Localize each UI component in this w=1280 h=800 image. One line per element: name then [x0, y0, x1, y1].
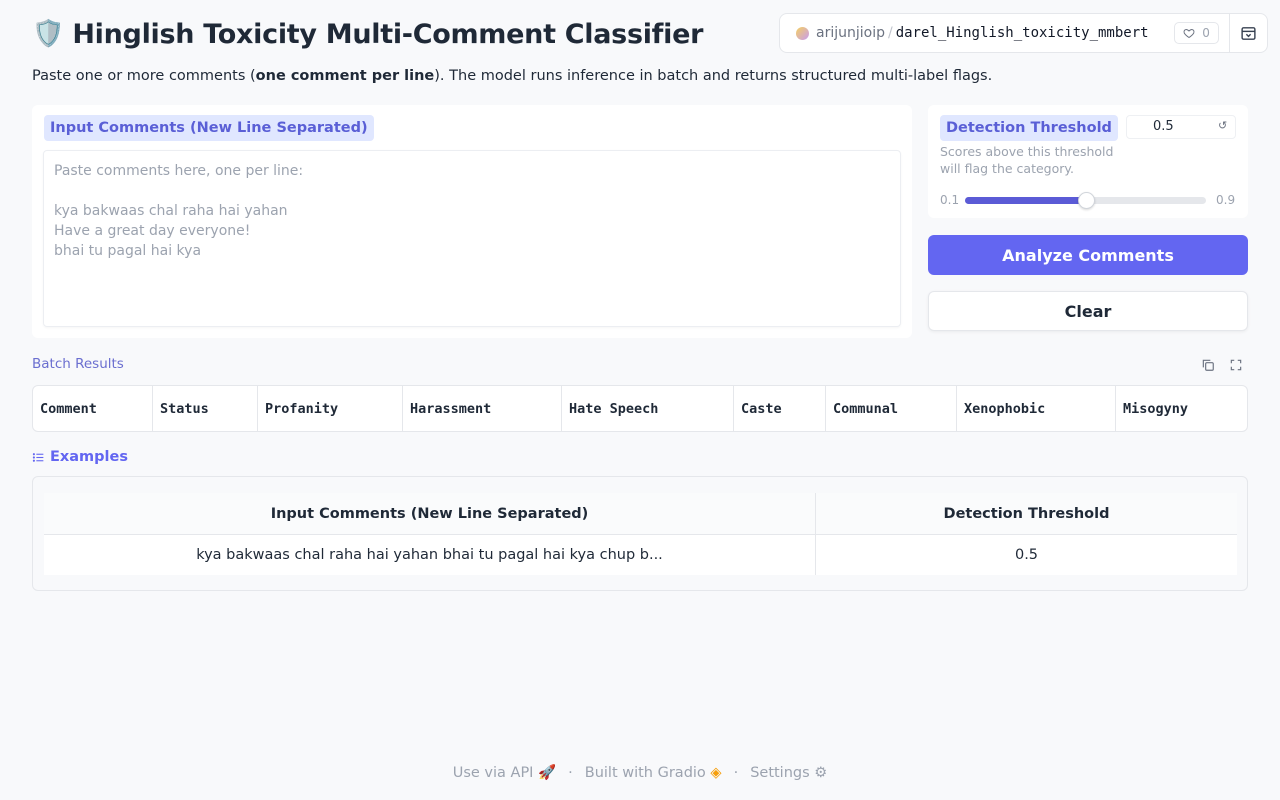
reset-icon[interactable]: ↺	[1218, 119, 1227, 132]
collapse-header-icon[interactable]	[1240, 25, 1257, 46]
threshold-slider[interactable]	[965, 192, 1206, 209]
example-comment-cell[interactable]: kya bakwaas chal raha hai yahan bhai tu …	[44, 535, 816, 575]
page-title-row: 🛡️ Hinglish Toxicity Multi-Comment Class…	[32, 14, 703, 54]
column-header[interactable]: Comment	[33, 386, 153, 431]
space-owner-link[interactable]: arijunjioip	[816, 25, 885, 41]
owner-avatar[interactable]	[796, 26, 809, 40]
settings-link[interactable]: Settings ⚙	[750, 765, 827, 781]
fullscreen-icon[interactable]	[1229, 357, 1243, 376]
space-repo-link[interactable]: darel_Hinglish_toxicity_mmbert	[896, 25, 1168, 41]
use-api-link[interactable]: Use via API 🚀	[453, 764, 556, 781]
footer: Use via API 🚀 · Built with Gradio ◈ · Se…	[0, 764, 1280, 782]
threshold-label: Detection Threshold	[940, 115, 1118, 141]
rocket-icon: 🚀	[538, 765, 557, 781]
comments-textarea[interactable]: Paste comments here, one per line: kya b…	[43, 150, 901, 327]
copy-icon[interactable]	[1201, 357, 1215, 376]
analyze-button[interactable]: Analyze Comments	[928, 235, 1248, 275]
examples-table: Input Comments (New Line Separated) Dete…	[44, 493, 1237, 575]
badge-divider	[1229, 14, 1230, 52]
column-header[interactable]: Hate Speech	[562, 386, 734, 431]
examples-title: Examples	[50, 449, 128, 465]
page-description: Paste one or more comments (one comment …	[32, 68, 992, 84]
examples-header-threshold: Detection Threshold	[943, 505, 1110, 522]
slider-min-label: 0.1	[940, 193, 960, 207]
space-header-badge: arijunjioip / darel_Hinglish_toxicity_mm…	[779, 13, 1268, 53]
description-prefix: Paste one or more comments (	[32, 68, 256, 84]
threshold-info: Scores above this threshold will flag th…	[940, 144, 1114, 176]
slider-thumb[interactable]	[1077, 192, 1095, 209]
list-icon	[32, 452, 44, 462]
page-title: Hinglish Toxicity Multi-Comment Classifi…	[72, 18, 704, 50]
examples-container: Input Comments (New Line Separated) Dete…	[32, 476, 1248, 591]
column-header[interactable]: Harassment	[403, 386, 562, 431]
column-header[interactable]: Caste	[734, 386, 826, 431]
like-button[interactable]: 0	[1173, 22, 1219, 44]
column-header[interactable]: Communal	[826, 386, 957, 431]
shield-icon: 🛡️	[32, 19, 65, 49]
description-bold: one comment per line	[255, 68, 435, 84]
examples-header-input: Input Comments (New Line Separated)	[44, 493, 816, 534]
column-header[interactable]: Status	[153, 386, 258, 431]
slider-max-label: 0.9	[1216, 193, 1236, 207]
footer-separator: ·	[568, 764, 573, 781]
input-panel: Input Comments (New Line Separated) Past…	[32, 105, 912, 338]
results-table: Comment Status Profanity Harassment Hate…	[32, 385, 1248, 432]
path-separator: /	[887, 25, 893, 41]
column-header[interactable]: Profanity	[258, 386, 403, 431]
slider-fill	[965, 197, 1086, 204]
clear-button[interactable]: Clear	[928, 291, 1248, 331]
threshold-panel: Detection Threshold 0.5 ↺ Scores above t…	[928, 105, 1248, 218]
built-with-gradio-link[interactable]: Built with Gradio ◈	[585, 765, 722, 781]
heart-icon	[1183, 28, 1195, 39]
examples-label: Examples	[32, 449, 128, 465]
examples-header-row: Input Comments (New Line Separated) Dete…	[44, 493, 1237, 535]
gear-icon: ⚙	[814, 764, 828, 781]
footer-separator: ·	[733, 764, 739, 781]
like-count: 0	[1202, 26, 1210, 40]
example-row[interactable]: kya bakwaas chal raha hai yahan bhai tu …	[44, 535, 1237, 575]
description-suffix: ). The model runs inference in batch and…	[434, 68, 993, 84]
gradio-logo-icon: ◈	[710, 764, 722, 781]
column-header[interactable]: Misogyny	[1116, 386, 1247, 431]
column-header[interactable]: Xenophobic	[957, 386, 1116, 431]
example-threshold-cell[interactable]: 0.5	[816, 535, 1237, 575]
results-label: Batch Results	[32, 356, 124, 372]
input-label: Input Comments (New Line Separated)	[44, 115, 374, 141]
